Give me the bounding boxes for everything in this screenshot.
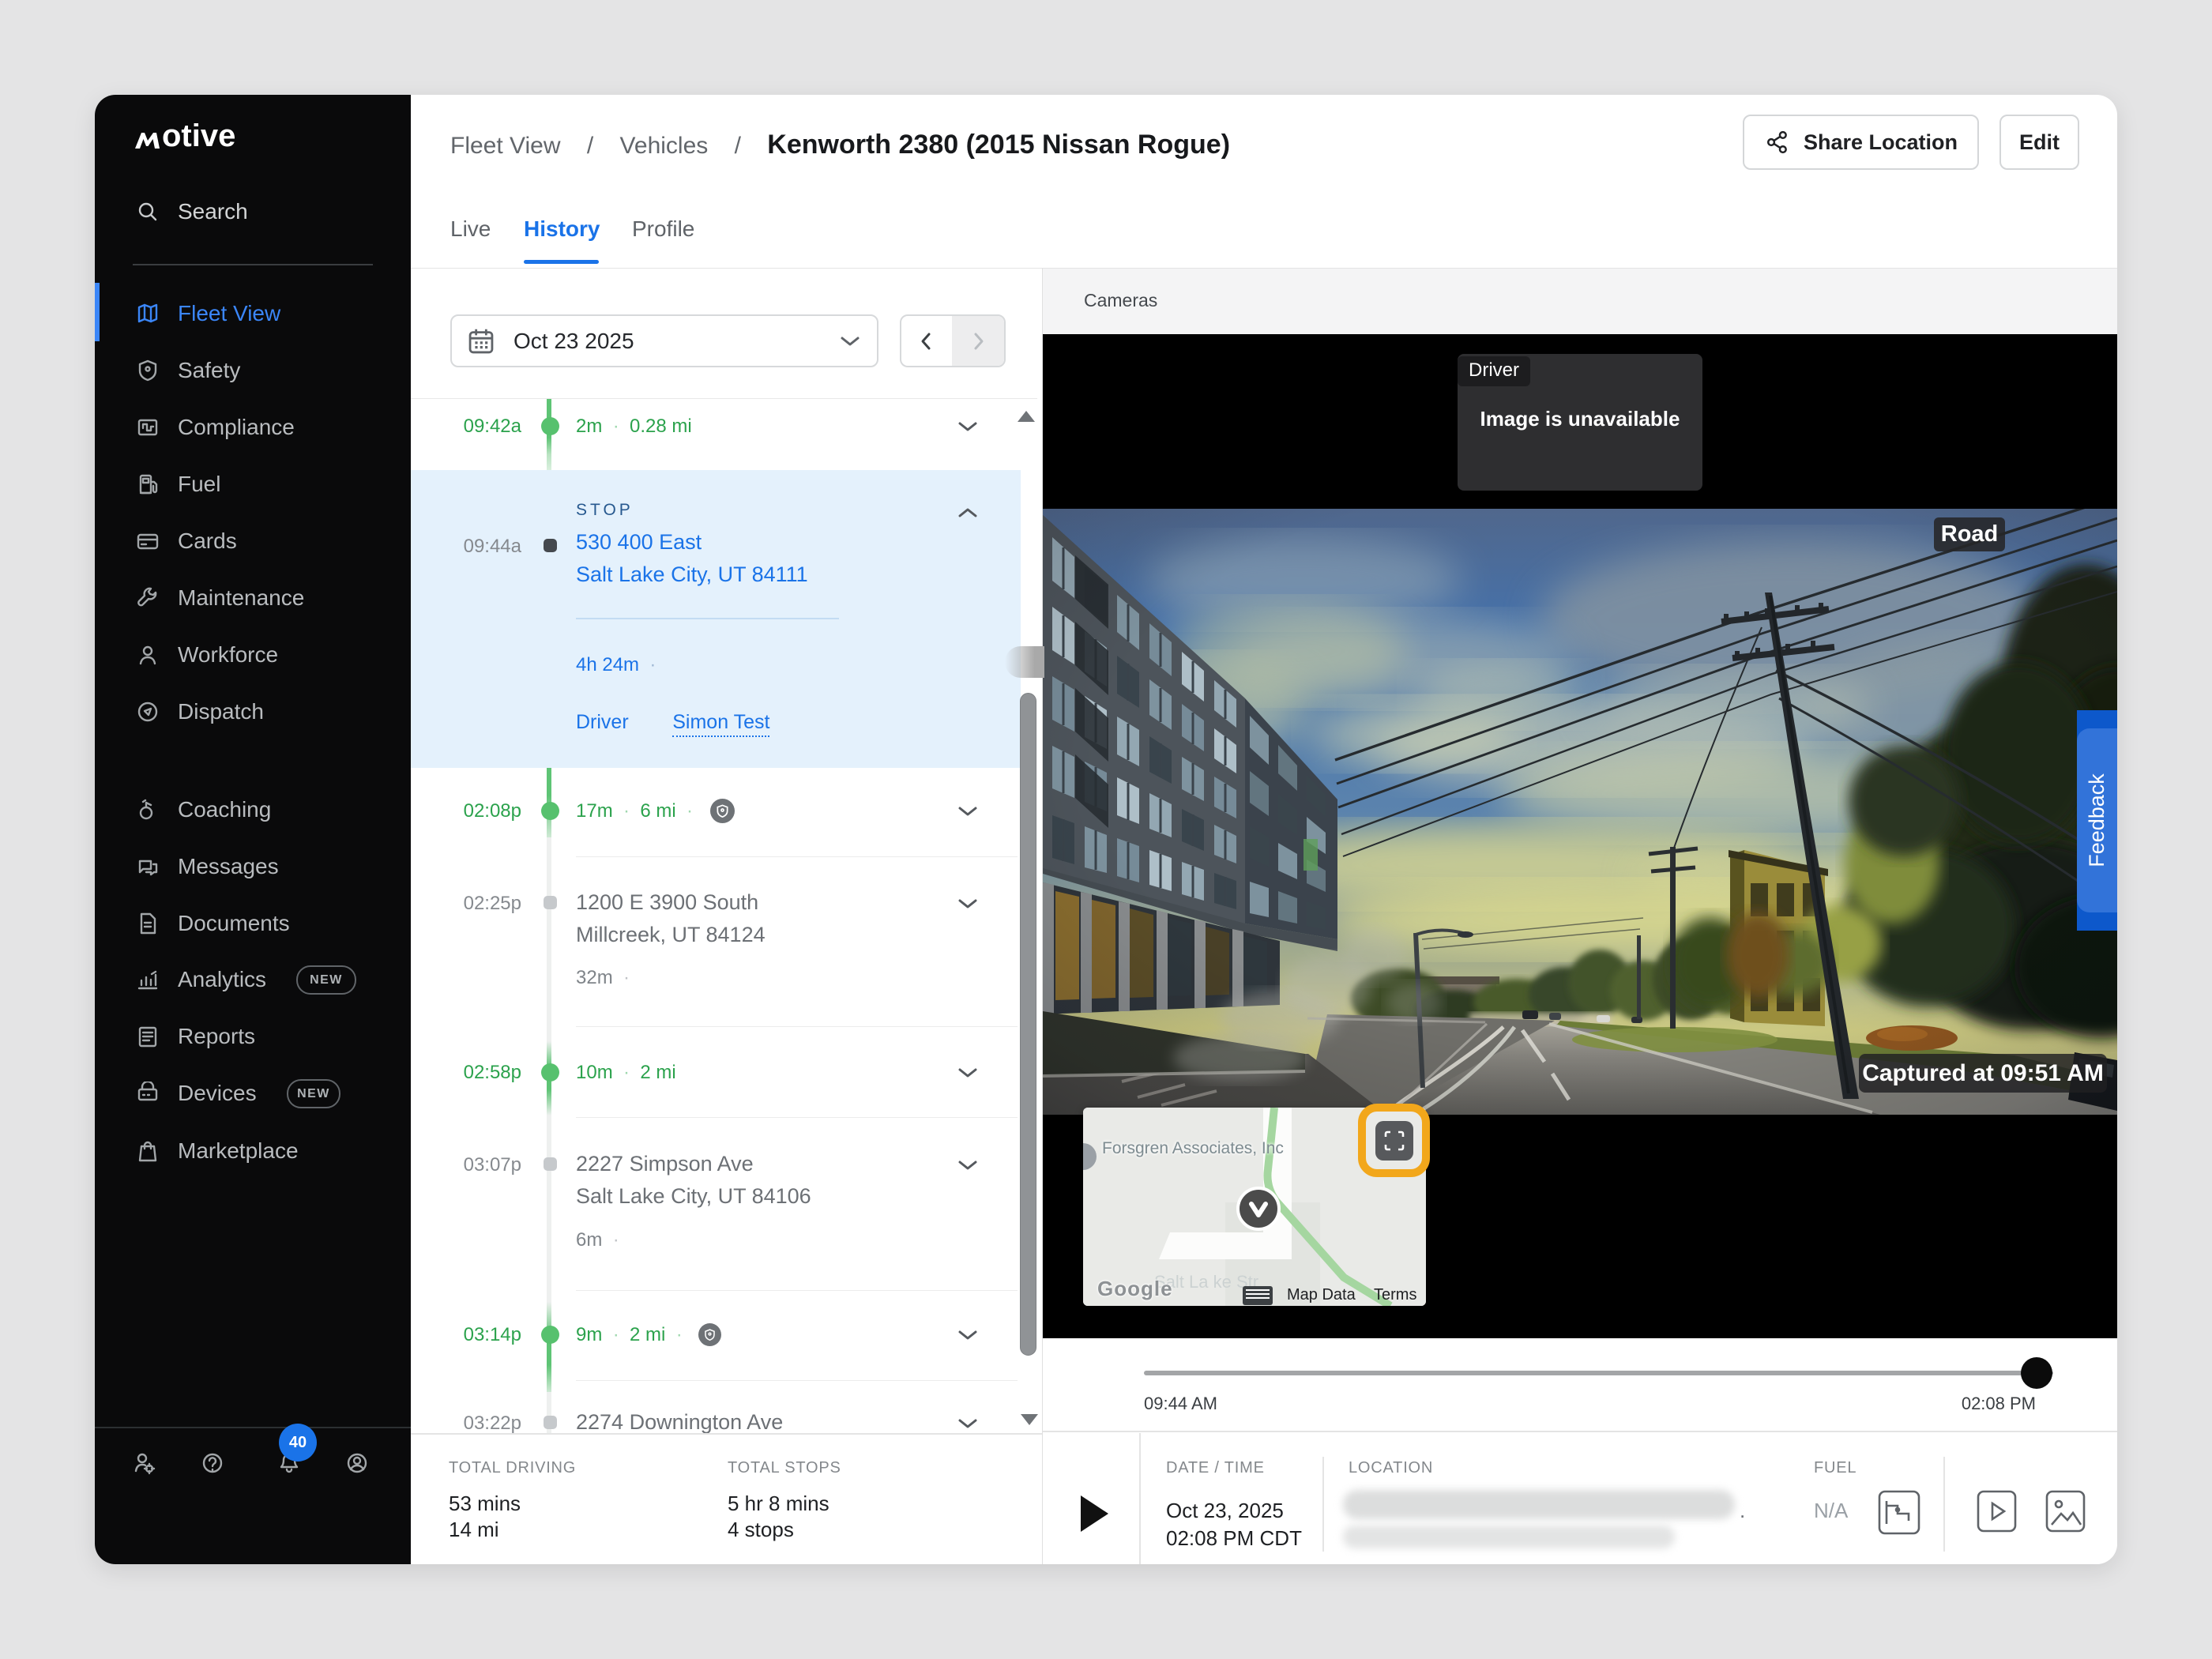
- svg-text:Google: Google: [1097, 1277, 1173, 1300]
- svg-text:Map Data: Map Data: [1287, 1286, 1356, 1304]
- svg-text:Forsgren Associates, Inc: Forsgren Associates, Inc: [1102, 1139, 1284, 1157]
- svg-text:Terms: Terms: [1374, 1286, 1416, 1304]
